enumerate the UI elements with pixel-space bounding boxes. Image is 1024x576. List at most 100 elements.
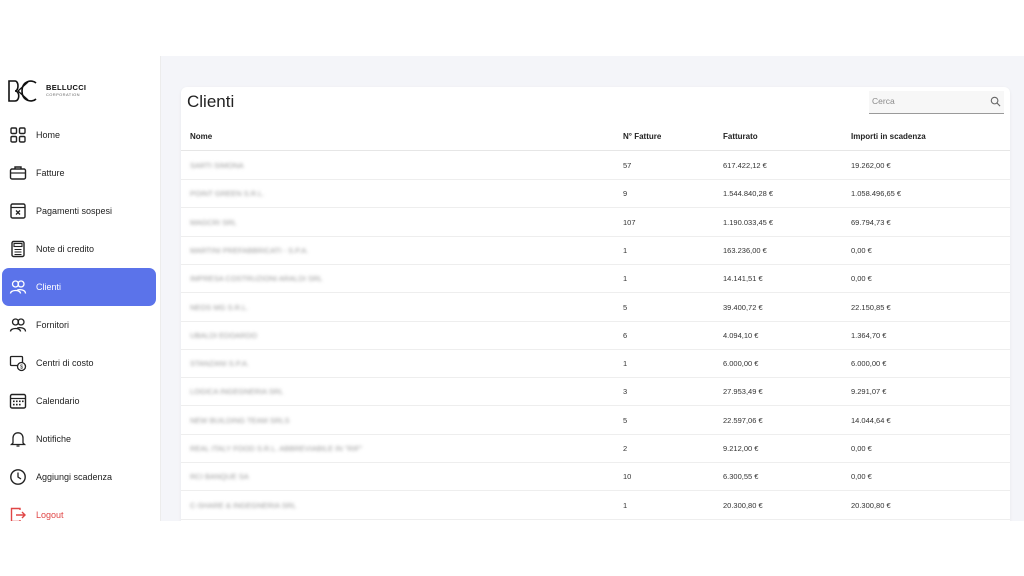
logout-icon: [9, 506, 27, 521]
cell-nome: REAL ITALY FOOD S.R.L. ABBREVIABILE IN "…: [190, 444, 363, 453]
sidebar-item-fatture[interactable]: Fatture: [2, 154, 156, 192]
cell-nome: IMPRESA COSTRUZIONI ARALDI SRL: [190, 274, 323, 284]
table-header: Nome N° Fatture Fatturato Importi in sca…: [181, 122, 1010, 151]
sidebar-item-logout[interactable]: Logout: [2, 496, 156, 521]
cell-importi-in-scadenza: 14.044,64 €: [851, 415, 891, 425]
sidebar-item-label: Clienti: [36, 282, 62, 292]
column-header-n-fatture[interactable]: N° Fatture: [623, 132, 661, 141]
cell-importi-in-scadenza: 1.364,70 €: [851, 330, 887, 340]
table-row[interactable]: SARTI SIMONA 57 617.422,12 € 19.262,00 €: [181, 151, 1010, 180]
cell-n-fatture: 10: [623, 472, 632, 482]
cell-nome: MAGCRI SRL: [190, 217, 237, 227]
clients-card: Clienti Cerca Nome N° Fatture Fatturato …: [181, 87, 1010, 521]
cell-importi-in-scadenza: 6.000,00 €: [851, 359, 887, 369]
table-row[interactable]: UBALDI EDOARDO 6 4.094,10 € 1.364,70 €: [181, 321, 1010, 350]
cell-nome: MARTINI PREFABBRICATI - S.P.A.: [190, 245, 309, 255]
cell-nome: LOGICA INGEGNERIA SRL: [190, 387, 284, 397]
cell-n-fatture: 1: [623, 274, 628, 284]
table-row[interactable]: STANZANI S.P.A. 1 6.000,00 € 6.000,00 €: [181, 349, 1010, 379]
grid-icon: [9, 126, 27, 144]
sidebar-item-note-di-credito[interactable]: Note di credito: [2, 230, 156, 268]
cell-importi-in-scadenza: 9.291,07 €: [851, 387, 887, 397]
cell-importi-in-scadenza: 22.150,85 €: [851, 302, 891, 312]
table-row[interactable]: NEW BUILDING TEAM SRLS 5 22.597,06 € 14.044…: [181, 406, 1010, 435]
cell-nome: RCI BANQUE SA: [190, 472, 249, 482]
sidebar-item-label: Notifiche: [36, 434, 72, 444]
sidebar-item-home[interactable]: Home: [2, 116, 156, 154]
cell-fatturato: 39.400,72 €: [723, 302, 763, 312]
table-row[interactable]: RCI BANQUE SA 10 6.300,55 € 0,00 €: [181, 462, 1010, 492]
cell-n-fatture: 1: [623, 500, 628, 510]
money-icon: $: [9, 354, 27, 372]
cell-n-fatture: 5: [623, 415, 628, 425]
sidebar-item-label: Fornitori: [36, 320, 70, 330]
sidebar-item-fornitori[interactable]: Fornitori: [2, 306, 156, 344]
sidebar-item-aggiungi-scadenza[interactable]: Aggiungi scadenza: [2, 458, 156, 496]
cell-n-fatture: 1: [623, 245, 628, 255]
table-row[interactable]: LOGICA INGEGNERIA SRL 3 27.953,49 € 9.291,0…: [181, 377, 1010, 407]
cell-n-fatture: 9: [623, 189, 628, 199]
sidebar-item-label: Note di credito: [36, 244, 95, 254]
table-row[interactable]: NEOS MG S.R.L. 5 39.400,72 € 22.150,85 €: [181, 293, 1010, 322]
cell-importi-in-scadenza: 0,00 €: [851, 274, 872, 284]
brand-logo[interactable]: BELLUCCI CORPORATION: [6, 78, 86, 104]
cell-nome: STANZANI S.P.A.: [190, 359, 249, 369]
cell-importi-in-scadenza: 19.262,00 €: [851, 161, 891, 170]
cell-nome: NEW BUILDING TEAM SRLS: [190, 415, 290, 425]
search-placeholder: Cerca: [872, 96, 895, 106]
sidebar-item-label: Home: [36, 130, 61, 140]
column-header-importi-in-scadenza[interactable]: Importi in scadenza: [851, 132, 926, 141]
table-row[interactable]: POINT GREEN S.R.L. 9 1.544.840,28 € 1.058.4…: [181, 179, 1010, 209]
sidebar-item-calendario[interactable]: Calendario: [2, 382, 156, 420]
brand-name: BELLUCCI: [46, 83, 87, 92]
table-row[interactable]: IMPRESA COSTRUZIONI ARALDI SRL 1 14.141,51…: [181, 264, 1010, 294]
table-row[interactable]: REAL ITALY FOOD S.R.L. ABBREVIABILE IN "…: [181, 434, 1010, 463]
sidebar-item-centri-di-costo[interactable]: $ Centri di costo: [2, 344, 156, 382]
cell-nome: POINT GREEN S.R.L.: [190, 189, 265, 199]
sidebar-item-label: Fatture: [36, 168, 65, 178]
cell-importi-in-scadenza: 69.794,73 €: [851, 217, 891, 227]
sidebar-item-pagamenti-sospesi[interactable]: Pagamenti sospesi: [2, 192, 156, 230]
app-window: BELLUCCI CORPORATION Home Fatture Pagame…: [0, 56, 1024, 521]
cell-fatturato: 14.141,51 €: [723, 274, 763, 284]
document-x-icon: [9, 202, 27, 220]
cell-fatturato: 1.544.840,28 €: [723, 189, 774, 199]
table-row[interactable]: MAGCRI SRL 107 1.190.033,45 € 69.794,73 €: [181, 208, 1010, 237]
users-icon: [9, 278, 27, 296]
cell-importi-in-scadenza: 0,00 €: [851, 245, 872, 255]
cell-n-fatture: 2: [623, 444, 628, 453]
column-header-nome[interactable]: Nome: [190, 132, 212, 141]
sidebar-item-notifiche[interactable]: Notifiche: [2, 420, 156, 458]
cell-fatturato: 6.300,55 €: [723, 472, 759, 482]
search-input[interactable]: Cerca: [869, 91, 1004, 114]
cell-nome: NEOS MG S.R.L.: [190, 302, 249, 312]
sidebar-item-clienti[interactable]: Clienti: [2, 268, 156, 306]
cell-fatturato: 9.212,00 €: [723, 444, 759, 453]
cell-n-fatture: 3: [623, 387, 628, 397]
cell-importi-in-scadenza: 0,00 €: [851, 472, 872, 482]
cell-fatturato: 4.094,10 €: [723, 330, 759, 340]
cell-fatturato: 20.300,80 €: [723, 500, 763, 510]
svg-text:$: $: [20, 365, 23, 371]
sidebar-item-label: Pagamenti sospesi: [36, 206, 113, 216]
search-icon[interactable]: [990, 96, 1001, 107]
sidebar-item-label: Logout: [36, 510, 64, 520]
cell-nome: SARTI SIMONA: [190, 161, 244, 170]
cell-importi-in-scadenza: 0,00 €: [851, 444, 872, 453]
cell-n-fatture: 107: [623, 217, 636, 227]
clock-icon: [9, 468, 27, 486]
calculator-icon: [9, 240, 27, 258]
briefcase-icon: [9, 164, 27, 182]
sidebar-item-label: Calendario: [36, 396, 80, 406]
cell-fatturato: 1.190.033,45 €: [723, 217, 774, 227]
cell-importi-in-scadenza: 1.058.496,65 €: [851, 189, 902, 199]
table-row[interactable]: MARTINI PREFABBRICATI - S.P.A. 1 163.236,0…: [181, 236, 1010, 265]
bell-icon: [9, 430, 27, 448]
table-row[interactable]: C-SHARE & INGEGNERIA SRL 1 20.300,80 € 20.3…: [181, 491, 1010, 520]
column-header-fatturato[interactable]: Fatturato: [723, 132, 758, 141]
cell-fatturato: 617.422,12 €: [723, 161, 767, 170]
cell-fatturato: 22.597,06 €: [723, 415, 763, 425]
brand-tagline: CORPORATION: [46, 92, 80, 97]
sidebar: BELLUCCI CORPORATION Home Fatture Pagame…: [0, 56, 161, 521]
main-content: Clienti Cerca Nome N° Fatture Fatturato …: [161, 56, 1024, 521]
